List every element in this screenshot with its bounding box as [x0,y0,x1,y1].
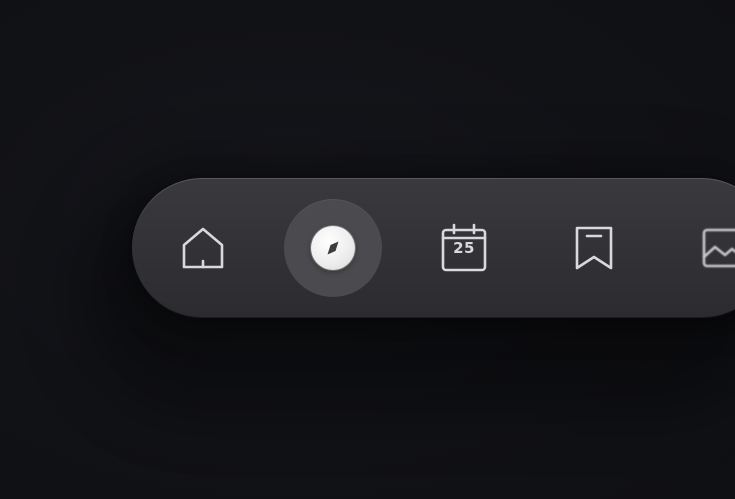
calendar-day-number: 25 [453,239,475,257]
nav-item-saved[interactable] [545,199,643,297]
image-icon [701,225,735,271]
bookmark-icon [573,224,615,272]
nav-item-gallery[interactable] [675,199,735,297]
calendar-icon: 25 [440,222,488,274]
nav-item-home[interactable] [154,199,252,297]
nav-item-calendar[interactable]: 25 [415,199,513,297]
compass-icon [311,226,355,270]
nav-item-explore[interactable] [284,199,382,297]
bottom-nav-bar: 25 [132,178,735,318]
app-canvas: 25 [0,0,735,499]
home-icon [180,225,226,271]
